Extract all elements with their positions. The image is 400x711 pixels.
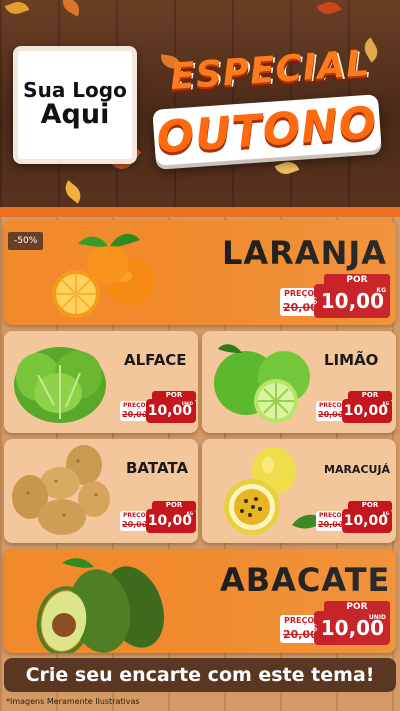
new-price: 10,00: [320, 289, 384, 313]
currency-symbol: R$: [304, 295, 318, 307]
product-card-batata: BATATA POR PREÇO 20,00 KG R$ 10,00: [4, 439, 198, 543]
autumn-leaf-icon: [60, 180, 86, 204]
product-name: BATATA: [126, 459, 189, 477]
product-name: LIMÃO: [324, 351, 379, 369]
logo-text-line2: Aqui: [40, 99, 110, 131]
header-banner: Sua Logo Aqui ESPECIAL OUTONO: [0, 0, 400, 210]
price-tag: POR PREÇO 20,00 KG R$ 10,00: [316, 501, 392, 535]
old-price-box: PREÇO 20,00: [280, 288, 322, 316]
price-unit: KG: [376, 287, 386, 294]
price-tag: POR PREÇO 20,00 UNID R$ 10,00: [120, 391, 196, 425]
price-unit: KG: [186, 511, 193, 516]
currency-symbol: R$: [135, 407, 145, 415]
header-divider: [0, 207, 400, 217]
autumn-leaf-icon: [4, 0, 30, 18]
price-por-label: POR: [324, 601, 390, 613]
new-price-box: UNID R$ 10,00: [304, 611, 390, 645]
product-name: ABACATE: [220, 561, 391, 599]
footer: Crie seu encarte com este tema! *Imagens…: [0, 656, 400, 711]
old-price: 20,00: [283, 628, 318, 641]
new-price-box: UNID R$ 10,00: [135, 399, 196, 423]
new-price-box: KG R$ 10,00: [331, 509, 392, 533]
price-unit: UNID: [181, 401, 193, 406]
lettuce-image: [14, 347, 106, 423]
price-por-label: POR: [324, 274, 390, 286]
disclaimer-text: *Imagens Meramente Ilustrativas: [6, 697, 140, 706]
title-outono-box: OUTONO: [152, 94, 382, 166]
title-outono: OUTONO: [155, 96, 379, 164]
avocado-image: [36, 558, 164, 653]
product-card-laranja: -50% LARANJA POR PREÇO 20,00 KG R$ 10,00: [4, 220, 396, 325]
new-price-box: KG R$ 10,00: [331, 399, 392, 423]
lime-image: [214, 344, 310, 423]
product-name: MARACUJÁ: [324, 463, 391, 476]
title-especial: ESPECIAL: [168, 43, 372, 98]
new-price: 10,00: [320, 616, 384, 640]
price-tag: POR PREÇO 20,00 KG R$ 10,00: [316, 391, 392, 425]
new-price: 10,00: [147, 513, 192, 529]
price-unit: KG: [382, 401, 389, 406]
price-unit: KG: [382, 511, 389, 516]
product-card-maracuja: MARACUJÁ POR PREÇO 20,00 KG R$ 10,00: [202, 439, 396, 543]
autumn-leaf-icon: [58, 0, 84, 17]
orange-image: [52, 233, 154, 318]
campaign-title: ESPECIAL OUTONO: [150, 43, 390, 168]
currency-symbol: R$: [331, 407, 341, 415]
new-price-box: KG R$ 10,00: [135, 509, 196, 533]
autumn-leaf-icon: [316, 0, 342, 18]
logo-text-line1: Sua Logo: [23, 78, 127, 103]
product-card-abacate: ABACATE POR PREÇO 20,00 UNID R$ 10,00: [4, 549, 396, 653]
price-preco-label: PREÇO: [284, 289, 315, 298]
price-tag: POR PREÇO 20,00 KG R$ 10,00: [120, 501, 196, 535]
price-tag: POR PREÇO 20,00 UNID R$ 10,00: [280, 601, 390, 647]
price-tag: POR PREÇO 20,00 KG R$ 10,00: [280, 274, 390, 320]
currency-symbol: R$: [304, 622, 318, 634]
old-price: 20,00: [283, 301, 318, 314]
cta-banner[interactable]: Crie seu encarte com este tema!: [4, 658, 396, 692]
price-preco-label: PREÇO: [284, 616, 315, 625]
new-price-box: KG R$ 10,00: [304, 284, 390, 318]
currency-symbol: R$: [331, 517, 341, 525]
old-price-box: PREÇO 20,00: [280, 615, 322, 643]
currency-symbol: R$: [135, 517, 145, 525]
product-name: LARANJA: [222, 234, 388, 272]
product-card-alface: ALFACE POR PREÇO 20,00 UNID R$ 10,00: [4, 331, 198, 433]
potato-image: [12, 445, 110, 535]
discount-badge: -50%: [8, 232, 44, 250]
logo-placeholder: Sua Logo Aqui: [13, 46, 137, 164]
price-unit: UNID: [368, 614, 386, 621]
product-name: ALFACE: [124, 351, 187, 369]
new-price: 10,00: [343, 403, 388, 419]
product-card-limao: LIMÃO POR PREÇO 20,00 KG R$ 10,00: [202, 331, 396, 433]
new-price: 10,00: [343, 513, 388, 529]
